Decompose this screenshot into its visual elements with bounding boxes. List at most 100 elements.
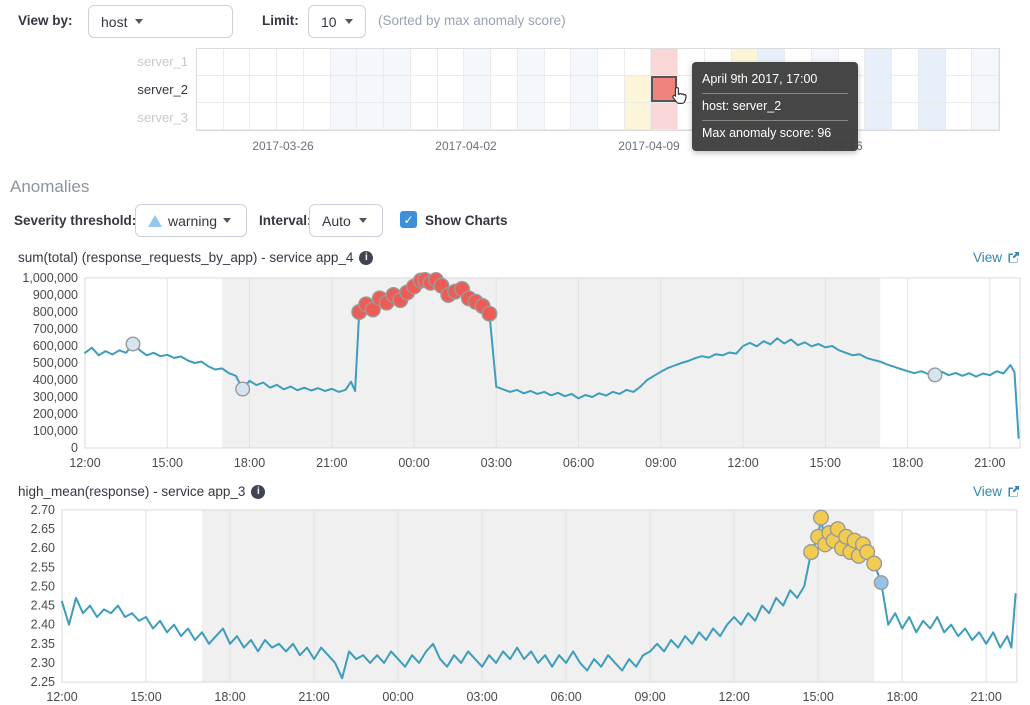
info-icon[interactable]: i	[359, 251, 373, 265]
swimlane-cell[interactable]	[224, 76, 251, 103]
swimlane-cell[interactable]	[571, 103, 598, 130]
limit-dropdown[interactable]: 10	[308, 5, 366, 38]
swimlane-cell[interactable]	[892, 103, 919, 130]
swimlane-cell[interactable]	[865, 76, 892, 103]
svg-text:400,000: 400,000	[33, 373, 78, 387]
swimlane-cell[interactable]	[250, 76, 277, 103]
swimlane-cell[interactable]	[946, 76, 973, 103]
svg-text:12:00: 12:00	[727, 456, 758, 470]
swimlane-cell[interactable]	[464, 103, 491, 130]
swimlane-cell[interactable]	[972, 103, 999, 130]
swimlane-cell[interactable]	[384, 76, 411, 103]
swimlane-cell[interactable]	[411, 49, 438, 76]
swimlane-cell[interactable]	[919, 49, 946, 76]
svg-text:800,000: 800,000	[33, 305, 78, 319]
view-by-dropdown[interactable]: host	[88, 5, 233, 38]
swimlane-cell[interactable]	[892, 76, 919, 103]
swimlane-cell[interactable]	[491, 49, 518, 76]
swimlane-cell[interactable]	[571, 49, 598, 76]
swimlane-cell[interactable]	[438, 49, 465, 76]
svg-text:300,000: 300,000	[33, 390, 78, 404]
swimlane-cell[interactable]	[357, 76, 384, 103]
swimlane-date-tick: 2017-04-02	[435, 139, 496, 153]
swimlane-cell[interactable]	[625, 103, 652, 130]
swimlane-cell[interactable]	[331, 103, 358, 130]
swimlane-cell[interactable]	[384, 49, 411, 76]
swimlane-cell[interactable]	[250, 103, 277, 130]
swimlane-cell[interactable]	[224, 103, 251, 130]
swimlane-cell[interactable]	[946, 49, 973, 76]
swimlane-cell[interactable]	[571, 76, 598, 103]
swimlane-cell[interactable]	[545, 103, 572, 130]
swimlane-cell[interactable]	[357, 103, 384, 130]
swimlane-cell[interactable]	[545, 49, 572, 76]
swimlane-cell[interactable]	[598, 103, 625, 130]
swimlane-cell[interactable]	[919, 103, 946, 130]
swimlane-cell[interactable]	[491, 76, 518, 103]
swimlane-cell[interactable]	[464, 49, 491, 76]
swimlane-cell[interactable]	[545, 76, 572, 103]
swimlane-cell[interactable]	[518, 49, 545, 76]
swimlane-cell[interactable]	[625, 76, 652, 103]
swimlane-cell[interactable]	[919, 76, 946, 103]
swimlane-cell[interactable]	[464, 76, 491, 103]
severity-threshold-dropdown[interactable]: warning	[135, 204, 247, 237]
swimlane-cell[interactable]	[598, 49, 625, 76]
swimlane-cell[interactable]	[438, 103, 465, 130]
svg-text:15:00: 15:00	[152, 456, 183, 470]
anomaly-swimlane[interactable]	[196, 48, 1000, 131]
swimlane-cell[interactable]	[518, 103, 545, 130]
svg-text:21:00: 21:00	[298, 690, 329, 704]
swimlane-cell[interactable]	[197, 76, 224, 103]
svg-text:00:00: 00:00	[398, 456, 429, 470]
swimlane-cell[interactable]	[357, 49, 384, 76]
swimlane-cell[interactable]	[304, 49, 331, 76]
checkmark-icon: ✓	[403, 213, 413, 227]
swimlane-cell[interactable]	[651, 49, 678, 76]
swimlane-cell[interactable]	[224, 49, 251, 76]
swimlane-cell[interactable]	[384, 103, 411, 130]
swimlane-cell[interactable]	[277, 103, 304, 130]
svg-text:03:00: 03:00	[466, 690, 497, 704]
swimlane-cell[interactable]	[250, 49, 277, 76]
interval-dropdown[interactable]: Auto	[309, 204, 383, 237]
swimlane-cell[interactable]	[197, 103, 224, 130]
svg-text:18:00: 18:00	[892, 456, 923, 470]
swimlane-cell[interactable]	[438, 76, 465, 103]
swimlane-cell[interactable]	[865, 49, 892, 76]
swimlane-cell[interactable]	[411, 103, 438, 130]
swimlane-row-label-server_1[interactable]: server_1	[0, 48, 188, 76]
swimlane-cell[interactable]	[304, 103, 331, 130]
swimlane-cell[interactable]	[491, 103, 518, 130]
warning-triangle-icon	[148, 215, 162, 227]
timeseries-chart-1[interactable]: 0100,000200,000300,000400,000500,000600,…	[0, 270, 1030, 476]
show-charts-checkbox[interactable]: ✓	[400, 211, 417, 228]
svg-text:21:00: 21:00	[974, 456, 1005, 470]
swimlane-cell[interactable]	[518, 76, 545, 103]
chart-2-view-link[interactable]: View	[973, 484, 1020, 499]
svg-text:2.65: 2.65	[31, 522, 55, 536]
swimlane-row-label-server_3[interactable]: server_3	[0, 103, 188, 131]
swimlane-cell[interactable]	[972, 49, 999, 76]
swimlane-cell[interactable]	[197, 49, 224, 76]
swimlane-cell[interactable]	[625, 49, 652, 76]
swimlane-cell[interactable]	[277, 76, 304, 103]
svg-text:06:00: 06:00	[550, 690, 581, 704]
swimlane-cell[interactable]	[411, 76, 438, 103]
swimlane-date-tick: 2017-04-09	[618, 139, 679, 153]
chevron-down-icon	[359, 218, 367, 223]
swimlane-row-label-server_2[interactable]: server_2	[0, 76, 188, 104]
swimlane-cell[interactable]	[331, 76, 358, 103]
timeseries-chart-2[interactable]: 2.252.302.352.402.452.502.552.602.652.70…	[0, 502, 1030, 705]
swimlane-cell[interactable]	[946, 103, 973, 130]
chart-1-view-link[interactable]: View	[973, 250, 1020, 265]
swimlane-cell[interactable]	[865, 103, 892, 130]
swimlane-cell[interactable]	[277, 49, 304, 76]
chart-1-title-row: sum(total) (response_requests_by_app) - …	[18, 250, 373, 265]
swimlane-cell[interactable]	[331, 49, 358, 76]
info-icon[interactable]: i	[251, 485, 265, 499]
swimlane-cell[interactable]	[972, 76, 999, 103]
swimlane-cell[interactable]	[598, 76, 625, 103]
swimlane-cell[interactable]	[304, 76, 331, 103]
swimlane-cell[interactable]	[892, 49, 919, 76]
